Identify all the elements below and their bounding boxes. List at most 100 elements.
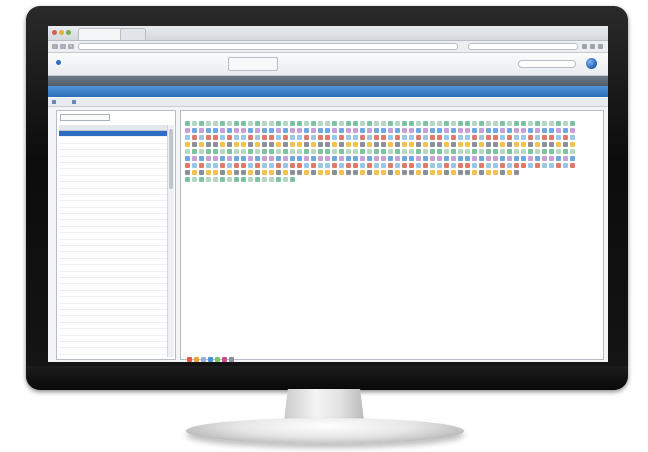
status-tile[interactable] bbox=[339, 142, 344, 147]
status-tile[interactable] bbox=[535, 149, 540, 154]
status-tile[interactable] bbox=[479, 135, 484, 140]
status-tile[interactable] bbox=[206, 142, 211, 147]
status-tile[interactable] bbox=[514, 156, 519, 161]
status-tile[interactable] bbox=[465, 135, 470, 140]
status-tile[interactable] bbox=[297, 135, 302, 140]
status-tile[interactable] bbox=[556, 128, 561, 133]
status-tile[interactable] bbox=[570, 142, 575, 147]
status-tile[interactable] bbox=[276, 170, 281, 175]
status-tile[interactable] bbox=[262, 142, 267, 147]
status-tile[interactable] bbox=[192, 121, 197, 126]
status-tile[interactable] bbox=[332, 170, 337, 175]
status-tile[interactable] bbox=[297, 142, 302, 147]
status-tile[interactable] bbox=[241, 156, 246, 161]
status-tile[interactable] bbox=[318, 163, 323, 168]
status-tile[interactable] bbox=[325, 121, 330, 126]
status-tile[interactable] bbox=[213, 170, 218, 175]
status-tile[interactable] bbox=[206, 177, 211, 182]
status-tile[interactable] bbox=[255, 128, 260, 133]
status-tile[interactable] bbox=[290, 156, 295, 161]
status-tile[interactable] bbox=[486, 142, 491, 147]
status-tile[interactable] bbox=[507, 142, 512, 147]
status-tile[interactable] bbox=[451, 149, 456, 154]
status-tile[interactable] bbox=[465, 163, 470, 168]
status-tile[interactable] bbox=[234, 149, 239, 154]
status-tile[interactable] bbox=[430, 170, 435, 175]
status-tile[interactable] bbox=[556, 121, 561, 126]
close-window-icon[interactable] bbox=[52, 30, 57, 35]
status-tile[interactable] bbox=[458, 128, 463, 133]
status-tile[interactable] bbox=[542, 135, 547, 140]
status-tile[interactable] bbox=[206, 121, 211, 126]
status-tile[interactable] bbox=[339, 170, 344, 175]
status-tile[interactable] bbox=[423, 135, 428, 140]
status-tile[interactable] bbox=[437, 128, 442, 133]
status-tile[interactable] bbox=[437, 142, 442, 147]
status-tile[interactable] bbox=[318, 128, 323, 133]
status-tile[interactable] bbox=[262, 177, 267, 182]
status-tile[interactable] bbox=[465, 170, 470, 175]
status-tile[interactable] bbox=[276, 135, 281, 140]
status-tile[interactable] bbox=[220, 128, 225, 133]
status-tile[interactable] bbox=[423, 156, 428, 161]
status-tile[interactable] bbox=[269, 170, 274, 175]
status-tile[interactable] bbox=[479, 149, 484, 154]
status-tile[interactable] bbox=[332, 163, 337, 168]
status-tile[interactable] bbox=[423, 163, 428, 168]
status-tile[interactable] bbox=[493, 142, 498, 147]
status-tile[interactable] bbox=[283, 128, 288, 133]
status-tile[interactable] bbox=[374, 121, 379, 126]
status-tile[interactable] bbox=[339, 149, 344, 154]
footer-tool-icon[interactable] bbox=[222, 357, 227, 362]
status-tile[interactable] bbox=[465, 128, 470, 133]
status-tile[interactable] bbox=[199, 135, 204, 140]
status-tile[interactable] bbox=[381, 170, 386, 175]
status-tile[interactable] bbox=[325, 128, 330, 133]
status-tile[interactable] bbox=[507, 135, 512, 140]
status-tile[interactable] bbox=[458, 170, 463, 175]
status-tile[interactable] bbox=[472, 156, 477, 161]
status-tile[interactable] bbox=[269, 142, 274, 147]
status-tile[interactable] bbox=[297, 121, 302, 126]
status-tile[interactable] bbox=[220, 142, 225, 147]
scrollbar-thumb[interactable] bbox=[169, 129, 173, 189]
status-tile[interactable] bbox=[493, 149, 498, 154]
status-tile[interactable] bbox=[465, 142, 470, 147]
status-tile[interactable] bbox=[262, 135, 267, 140]
status-tile[interactable] bbox=[395, 135, 400, 140]
status-tile[interactable] bbox=[269, 121, 274, 126]
status-tile[interactable] bbox=[549, 135, 554, 140]
status-tile[interactable] bbox=[353, 149, 358, 154]
status-tile[interactable] bbox=[381, 128, 386, 133]
status-tile[interactable] bbox=[381, 135, 386, 140]
status-tile[interactable] bbox=[416, 163, 421, 168]
status-tile[interactable] bbox=[409, 128, 414, 133]
status-tile[interactable] bbox=[388, 163, 393, 168]
status-tile[interactable] bbox=[185, 149, 190, 154]
status-tile[interactable] bbox=[311, 121, 316, 126]
status-tile[interactable] bbox=[437, 156, 442, 161]
status-tile[interactable] bbox=[297, 170, 302, 175]
list-scrollbar[interactable] bbox=[167, 125, 174, 357]
status-tile[interactable] bbox=[500, 128, 505, 133]
status-tile[interactable] bbox=[297, 163, 302, 168]
status-tile[interactable] bbox=[339, 121, 344, 126]
status-tile[interactable] bbox=[248, 163, 253, 168]
status-tile[interactable] bbox=[556, 149, 561, 154]
status-tile[interactable] bbox=[493, 170, 498, 175]
status-tile[interactable] bbox=[192, 163, 197, 168]
status-tile[interactable] bbox=[402, 135, 407, 140]
status-tile[interactable] bbox=[255, 135, 260, 140]
status-tile[interactable] bbox=[199, 121, 204, 126]
status-tile[interactable] bbox=[549, 156, 554, 161]
status-tile[interactable] bbox=[374, 135, 379, 140]
status-tile[interactable] bbox=[367, 135, 372, 140]
status-tile[interactable] bbox=[206, 156, 211, 161]
forward-icon[interactable]: › bbox=[60, 44, 66, 49]
minimize-window-icon[interactable] bbox=[59, 30, 64, 35]
status-tile[interactable] bbox=[220, 149, 225, 154]
status-tile[interactable] bbox=[199, 170, 204, 175]
status-tile[interactable] bbox=[535, 121, 540, 126]
status-tile[interactable] bbox=[388, 135, 393, 140]
reload-icon[interactable]: ↻ bbox=[68, 44, 74, 49]
